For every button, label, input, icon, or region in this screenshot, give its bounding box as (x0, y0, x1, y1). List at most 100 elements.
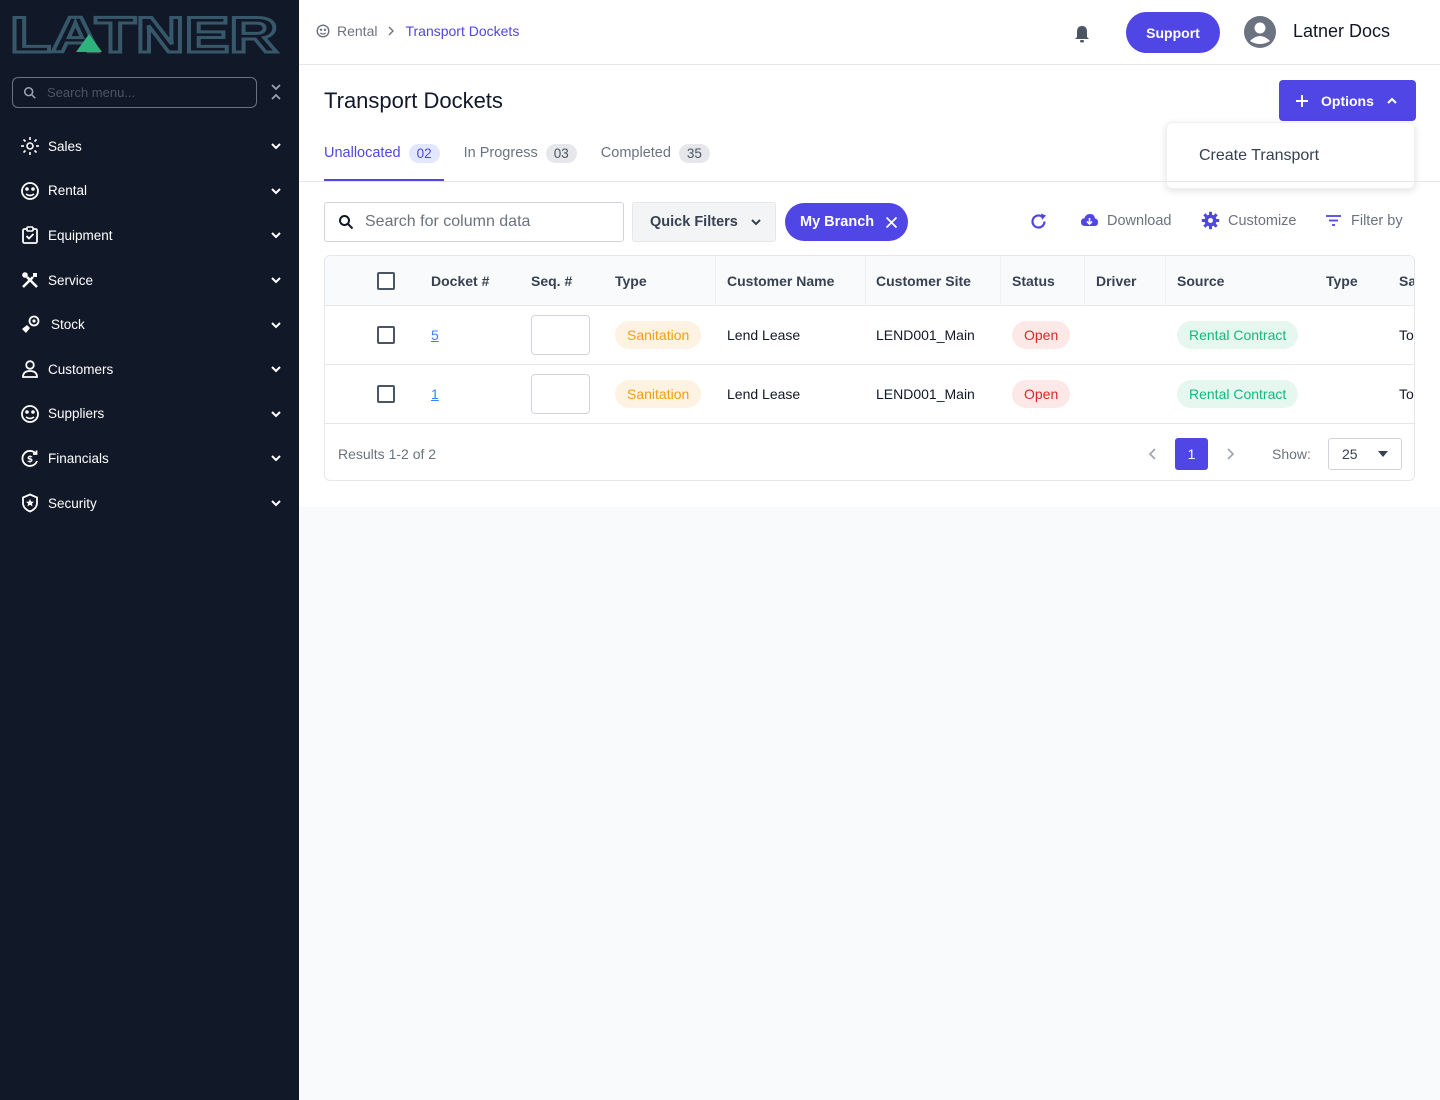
tab-in-progress[interactable]: In Progress 03 (464, 141, 577, 165)
row-checkbox[interactable] (377, 326, 395, 344)
close-icon[interactable] (885, 216, 898, 229)
create-transport-menu-item[interactable]: Create Transport (1199, 147, 1319, 165)
download-button[interactable]: Download (1080, 211, 1172, 230)
security-icon (19, 493, 40, 514)
customer-name-cell: Lend Lease (727, 386, 801, 402)
column-header-customer-site[interactable]: Customer Site (876, 273, 971, 289)
caret-down-icon (1378, 451, 1388, 457)
tab-count: 35 (678, 143, 710, 163)
column-search-input[interactable] (365, 213, 615, 231)
page-size-value: 25 (1342, 446, 1358, 462)
sidebar-nav: Sales Rental Equipment Service Stock Cus… (0, 124, 299, 525)
breadcrumb-current: Transport Dockets (405, 23, 520, 39)
sidebar-item-equipment[interactable]: Equipment (0, 213, 299, 258)
column-divider (1084, 256, 1085, 306)
top-bar: Rental Transport Dockets Support Latner … (299, 0, 1440, 65)
column-divider (1165, 256, 1166, 306)
sidebar-item-security[interactable]: Security (0, 481, 299, 526)
service-icon (19, 270, 40, 291)
svg-text:LATNER: LATNER (10, 12, 278, 56)
status-badge: Open (1012, 321, 1071, 349)
menu-search-input[interactable] (47, 85, 237, 100)
avatar[interactable] (1244, 16, 1276, 48)
column-header-type-2[interactable]: Type (1326, 273, 1358, 289)
rental-icon (19, 180, 40, 201)
rental-icon (316, 24, 330, 38)
svg-text:$: $ (26, 455, 32, 465)
sidebar-item-label: Sales (48, 138, 82, 154)
sidebar-item-rental[interactable]: Rental (0, 169, 299, 214)
column-header-driver[interactable]: Driver (1096, 273, 1136, 289)
chevron-down-icon (271, 500, 281, 507)
column-header-type[interactable]: Type (615, 273, 647, 289)
sidebar-item-stock[interactable]: Stock (0, 302, 299, 347)
status-tabs: Unallocated 02 In Progress 03 Completed … (324, 141, 734, 165)
customize-button[interactable]: Customize (1201, 211, 1297, 230)
seq-input[interactable] (531, 315, 590, 355)
quick-filters-button[interactable]: Quick Filters (632, 202, 776, 242)
docket-link[interactable]: 5 (431, 327, 439, 343)
customize-label: Customize (1228, 212, 1297, 229)
sidebar: LATNER Sales Rental Equipment Service (0, 0, 299, 1100)
user-name[interactable]: Latner Docs (1293, 21, 1390, 42)
sidebar-item-label: Stock (51, 317, 85, 333)
table-row[interactable]: 5 Sanitation Lend Lease LEND001_Main Ope… (325, 306, 1414, 365)
table-header: Docket # Seq. # Type Customer Name Custo… (325, 256, 1414, 306)
filter-icon (1326, 215, 1341, 226)
tab-completed[interactable]: Completed 35 (601, 141, 710, 165)
table-row[interactable]: 1 Sanitation Lend Lease LEND001_Main Ope… (325, 365, 1414, 424)
source-badge: Rental Contract (1177, 321, 1299, 349)
tab-count: 02 (408, 143, 440, 163)
seq-input[interactable] (531, 374, 590, 414)
sidebar-item-label: Financials (48, 450, 109, 466)
type-badge: Sanitation (615, 321, 702, 349)
gear-icon (1201, 211, 1220, 230)
sidebar-item-sales[interactable]: Sales (0, 124, 299, 169)
column-header-docket[interactable]: Docket # (431, 273, 489, 289)
select-all-checkbox[interactable] (377, 272, 395, 290)
page-size-select[interactable]: 25 (1328, 438, 1402, 470)
sidebar-item-label: Rental (48, 183, 88, 199)
column-header-status[interactable]: Status (1012, 273, 1055, 289)
breadcrumb-link-rental[interactable]: Rental (337, 23, 377, 39)
source-badge: Rental Contract (1177, 380, 1299, 408)
tab-label: Unallocated (324, 145, 401, 161)
sidebar-item-customers[interactable]: Customers (0, 347, 299, 392)
table-footer: Results 1-2 of 2 1 Show: 25 (325, 426, 1414, 480)
page-title: Transport Dockets (324, 88, 503, 113)
row-checkbox[interactable] (377, 385, 395, 403)
chip-label: My Branch (800, 214, 875, 230)
bell-icon[interactable] (1072, 24, 1092, 44)
sidebar-item-service[interactable]: Service (0, 258, 299, 303)
chevron-up-icon (1387, 97, 1397, 104)
chevron-down-icon (271, 455, 281, 462)
chevron-down-icon (271, 321, 281, 329)
chevron-right-icon[interactable] (1222, 446, 1238, 462)
column-header-source[interactable]: Source (1177, 273, 1224, 289)
tabs-divider (299, 181, 1440, 182)
column-header-sa[interactable]: Sa (1399, 273, 1414, 289)
column-header-seq[interactable]: Seq. # (531, 273, 572, 289)
collapse-sidebar-icon[interactable] (268, 82, 284, 102)
chevron-down-icon (271, 277, 281, 284)
chevron-down-icon (271, 232, 281, 239)
filter-by-button[interactable]: Filter by (1324, 211, 1403, 230)
tab-unallocated[interactable]: Unallocated 02 (324, 141, 440, 165)
sidebar-item-suppliers[interactable]: Suppliers (0, 392, 299, 437)
chevron-left-icon[interactable] (1145, 446, 1161, 462)
financials-icon: $ (19, 448, 40, 469)
chevron-down-icon (271, 188, 281, 195)
refresh-icon[interactable] (1029, 212, 1048, 231)
page-button-current[interactable]: 1 (1175, 438, 1208, 470)
type-badge: Sanitation (615, 380, 702, 408)
column-header-customer-name[interactable]: Customer Name (727, 273, 834, 289)
support-button[interactable]: Support (1126, 12, 1220, 53)
breadcrumb: Rental Transport Dockets (316, 23, 519, 39)
equipment-icon (19, 225, 40, 246)
options-button[interactable]: Options (1279, 80, 1416, 121)
sidebar-item-label: Service (48, 272, 94, 288)
sidebar-item-financials[interactable]: $ Financials (0, 436, 299, 481)
my-branch-filter-chip[interactable]: My Branch (785, 203, 908, 241)
docket-link[interactable]: 1 (431, 386, 439, 402)
latner-logo[interactable]: LATNER (10, 12, 282, 56)
